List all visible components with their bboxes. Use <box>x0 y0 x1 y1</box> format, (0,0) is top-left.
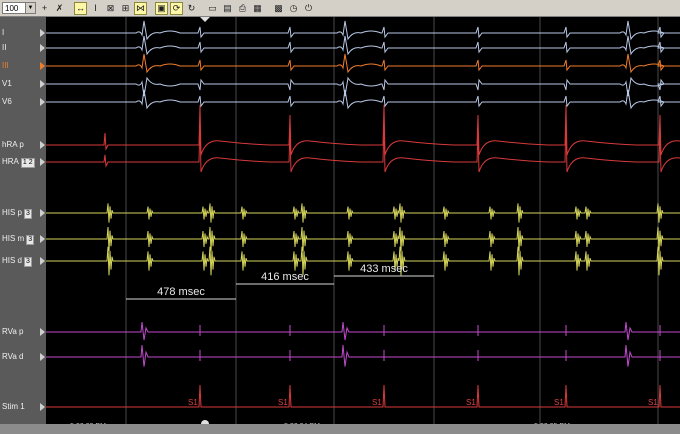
export-icon[interactable]: ▦ <box>251 2 264 15</box>
channel-name: V1 <box>2 79 12 88</box>
channel-label-RVap[interactable]: RVa p <box>2 327 24 336</box>
channel-handle-icon[interactable] <box>40 80 45 88</box>
channel-gain-box[interactable]: 1 2 <box>20 158 35 168</box>
caliper-label: 416 msec <box>261 271 309 283</box>
channel-label-RVad[interactable]: RVa d <box>2 352 24 361</box>
channel-label-II[interactable]: II <box>2 43 6 52</box>
channel-handle-icon[interactable] <box>40 235 45 243</box>
trace-V1[interactable] <box>46 76 680 97</box>
toolbar-separator <box>266 2 270 15</box>
zoom-select[interactable]: 100 ▼ <box>2 2 36 14</box>
channel-name: Stim 1 <box>2 402 25 411</box>
channel-label-panel: I II III V1 V6 hRA p HRA 1 2 HIS p 3 HIS m 3 HIS d3R… <box>0 17 46 424</box>
toolbar-separator <box>149 2 153 15</box>
zoom-value: 100 <box>5 4 19 13</box>
channel-label-HISm[interactable]: HIS m3 <box>2 234 35 245</box>
trace-RVap[interactable] <box>46 321 680 341</box>
channel-name: HIS p <box>2 208 23 217</box>
trace-III[interactable] <box>46 53 680 74</box>
channel-name: HIS m <box>2 234 25 243</box>
folder-icon[interactable]: ▭ <box>206 2 219 15</box>
channel-name: I <box>2 28 5 37</box>
toolbar-separator <box>200 2 204 15</box>
channel-handle-icon[interactable] <box>40 257 45 265</box>
channel-handle-icon[interactable] <box>40 98 45 106</box>
trace-HISp[interactable] <box>46 203 680 223</box>
channel-label-hRAp[interactable]: hRA p <box>2 140 24 149</box>
channel-gain-box[interactable]: 3 <box>24 209 32 219</box>
channel-handle-icon[interactable] <box>40 403 45 411</box>
channel-name: RVa p <box>2 327 24 336</box>
channel-handle-icon[interactable] <box>40 209 45 217</box>
time-scrollbar[interactable] <box>0 424 680 434</box>
trace-V6[interactable] <box>46 89 680 110</box>
channel-handle-icon[interactable] <box>40 62 45 70</box>
vertical-caliper-icon[interactable]: I <box>89 2 102 15</box>
channel-label-I[interactable]: I <box>2 28 4 37</box>
tools-icon[interactable]: ✗ <box>53 2 66 15</box>
toolbar: 100 ▼ + ✗ ↔ I ⊠ ⊞ ⋈ ▣ ⟳ ↻ ▭ ▤ ⎙ ▦ ▩ ◷ ⏻ <box>0 0 680 17</box>
toolbar-separator <box>68 2 72 15</box>
trace-I[interactable] <box>46 20 680 41</box>
cursor-marker-icon[interactable] <box>200 17 210 22</box>
channel-label-HRAd[interactable]: HRA 1 2 <box>2 157 35 168</box>
channel-handle-icon[interactable] <box>40 353 45 361</box>
channel-name: hRA p <box>2 140 24 149</box>
channel-label-HISp[interactable]: HIS p3 <box>2 208 32 219</box>
trace-II[interactable] <box>46 35 680 56</box>
stim-label: S1 <box>466 398 476 407</box>
channel-label-III[interactable]: III <box>2 61 9 70</box>
trace-Stim1[interactable] <box>46 384 680 408</box>
channel-handle-icon[interactable] <box>40 44 45 52</box>
signal-plot[interactable]: 478 msec416 msec433 msecS1S1S1S1S1S15:22… <box>46 17 680 424</box>
channel-handle-icon[interactable] <box>40 328 45 336</box>
print-icon[interactable]: ⎙ <box>236 2 249 15</box>
stim-label: S1 <box>278 398 288 407</box>
trace-RVad[interactable] <box>46 344 680 367</box>
trace-HISm[interactable] <box>46 226 680 252</box>
channel-handle-icon[interactable] <box>40 158 45 166</box>
stim-label: S1 <box>554 398 564 407</box>
stim-label: S1 <box>188 398 198 407</box>
chevron-down-icon[interactable]: ▼ <box>25 3 35 13</box>
channel-label-V1[interactable]: V1 <box>2 79 12 88</box>
channel-name: HIS d <box>2 256 23 265</box>
caliper-label: 478 msec <box>157 286 205 298</box>
replay-icon[interactable]: ↻ <box>185 2 198 15</box>
caliper-label: 433 msec <box>360 263 408 275</box>
horizontal-caliper-icon[interactable]: ↔ <box>74 1 87 15</box>
channel-label-V6[interactable]: V6 <box>2 97 12 106</box>
compress-icon[interactable]: ⋈ <box>134 1 147 15</box>
grid-icon[interactable]: ▩ <box>272 2 285 15</box>
channel-label-HISd[interactable]: HIS d3 <box>2 256 32 267</box>
channel-handle-icon[interactable] <box>40 141 45 149</box>
channel-name: V6 <box>2 97 12 106</box>
stim-label: S1 <box>648 398 658 407</box>
stim-label: S1 <box>372 398 382 407</box>
channel-name: II <box>2 43 7 52</box>
clock-icon[interactable]: ◷ <box>287 2 300 15</box>
channel-handle-icon[interactable] <box>40 29 45 37</box>
measure-icon[interactable]: ⊞ <box>119 2 132 15</box>
channel-name: RVa d <box>2 352 24 361</box>
add-icon[interactable]: + <box>38 2 51 15</box>
power-icon[interactable]: ⏻ <box>302 2 315 15</box>
trace-HRAd[interactable] <box>46 121 680 173</box>
channel-label-Stim1[interactable]: Stim 1 <box>2 402 25 411</box>
save-icon[interactable]: ▤ <box>221 2 234 15</box>
channel-name: HRA <box>2 157 19 166</box>
channel-gain-box[interactable]: 3 <box>26 235 35 245</box>
trace-hRAp[interactable] <box>46 104 680 156</box>
channel-gain-box[interactable]: 3 <box>24 257 32 267</box>
channel-name: III <box>2 61 9 70</box>
refresh-icon[interactable]: ⟳ <box>170 1 183 15</box>
marker-icon[interactable]: ⊠ <box>104 2 117 15</box>
record-icon[interactable]: ▣ <box>155 1 168 15</box>
